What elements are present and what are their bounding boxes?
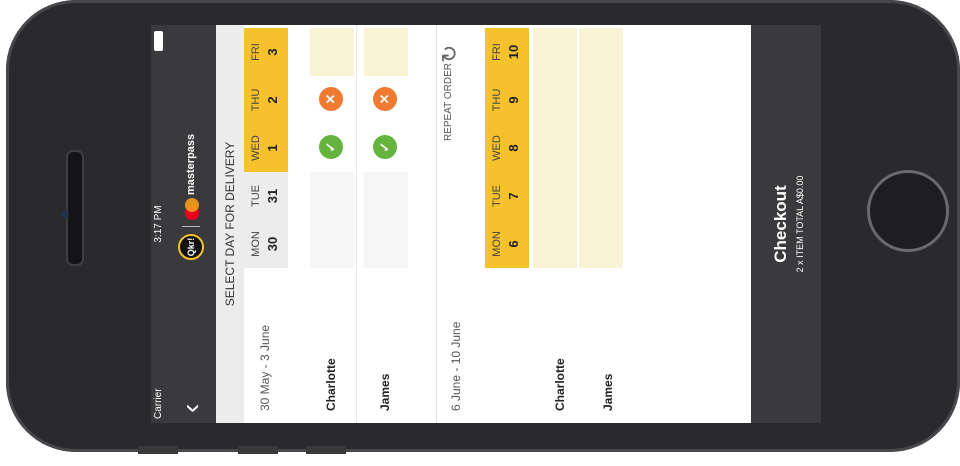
nav-bar: ‹ Qkr! masterpass: [166, 25, 216, 423]
delivery-cell[interactable]: [533, 76, 577, 124]
delivery-cell[interactable]: [310, 28, 354, 76]
phone-frame: Carrier 3:17 PM ‹ Qkr! masterpass SELECT…: [6, 0, 960, 454]
week-range: 30 May - 3 June: [258, 324, 272, 411]
checkout-button[interactable]: Checkout 2 x ITEM TOTAL A$0.00: [751, 25, 821, 423]
status-bar: Carrier 3:17 PM: [151, 25, 166, 423]
status-time: 3:17 PM: [153, 205, 164, 243]
delivery-cell[interactable]: [533, 28, 577, 76]
day-header: FRI 3: [244, 28, 288, 76]
day-header: WED 8: [485, 124, 529, 172]
refresh-icon[interactable]: ↻: [437, 45, 463, 63]
app-view: Carrier 3:17 PM ‹ Qkr! masterpass SELECT…: [151, 25, 821, 423]
logo-divider: [182, 226, 200, 227]
delivery-cell[interactable]: [579, 220, 623, 268]
check-icon: ✓: [373, 135, 397, 159]
day-header: MON 30: [244, 220, 288, 268]
meal-icon: ✕: [319, 87, 343, 111]
delivery-cell[interactable]: [364, 172, 408, 220]
front-camera: [61, 210, 69, 218]
check-icon: ✓: [319, 135, 343, 159]
qkr-logo: Qkr!: [178, 234, 204, 260]
checkout-summary: 2 x ITEM TOTAL A$0.00: [795, 175, 805, 273]
day-header: FRI 10: [485, 28, 529, 76]
week-range: 6 June - 10 June: [449, 321, 463, 411]
delivery-cell[interactable]: [579, 172, 623, 220]
day-header: WED 1: [244, 124, 288, 172]
day-header: MON 6: [485, 220, 529, 268]
delivery-cell[interactable]: ✓: [310, 124, 354, 172]
row-divider: [356, 25, 357, 423]
screen: Carrier 3:17 PM ‹ Qkr! masterpass SELECT…: [151, 25, 821, 423]
week-section-1: 30 May - 3 June MON 30 TUE 31 WED 1 THU 2 FR…: [244, 25, 437, 423]
delivery-cell[interactable]: [310, 220, 354, 268]
battery-icon: [154, 31, 163, 51]
volume-up-button: [138, 446, 178, 454]
mute-switch: [306, 446, 346, 454]
meal-icon: ✕: [373, 87, 397, 111]
checkout-label: Checkout: [771, 185, 790, 263]
delivery-cell[interactable]: [579, 28, 623, 76]
chevron-left-icon[interactable]: ‹: [175, 385, 206, 413]
delivery-cell[interactable]: ✓: [364, 124, 408, 172]
week-section-2: 6 June - 10 June REPEAT ORDER ↻ MON 6 TUE…: [437, 25, 629, 423]
delivery-cell[interactable]: [533, 124, 577, 172]
day-header: THU 9: [485, 76, 529, 124]
home-button[interactable]: [867, 170, 949, 252]
delivery-cell[interactable]: [364, 28, 408, 76]
child-name: James: [378, 373, 392, 411]
day-header: THU 2: [244, 76, 288, 124]
delivery-cell[interactable]: [310, 172, 354, 220]
delivery-cell[interactable]: [364, 220, 408, 268]
delivery-cell[interactable]: ✕: [310, 76, 354, 124]
delivery-cell[interactable]: [533, 172, 577, 220]
page-title: SELECT DAY FOR DELIVERY: [216, 25, 244, 423]
child-name: James: [601, 373, 615, 411]
delivery-cell[interactable]: ✕: [364, 76, 408, 124]
repeat-order-button[interactable]: REPEAT ORDER: [443, 63, 454, 141]
child-name: Charlotte: [324, 358, 338, 411]
mastercard-icon: [185, 198, 199, 220]
day-header: TUE 7: [485, 172, 529, 220]
child-name: Charlotte: [553, 358, 567, 411]
delivery-cell[interactable]: [579, 124, 623, 172]
delivery-cell[interactable]: [579, 76, 623, 124]
day-header: TUE 31: [244, 172, 288, 220]
earpiece: [66, 150, 84, 266]
delivery-cell[interactable]: [533, 220, 577, 268]
volume-down-button: [238, 446, 278, 454]
masterpass-label: masterpass: [185, 133, 197, 195]
